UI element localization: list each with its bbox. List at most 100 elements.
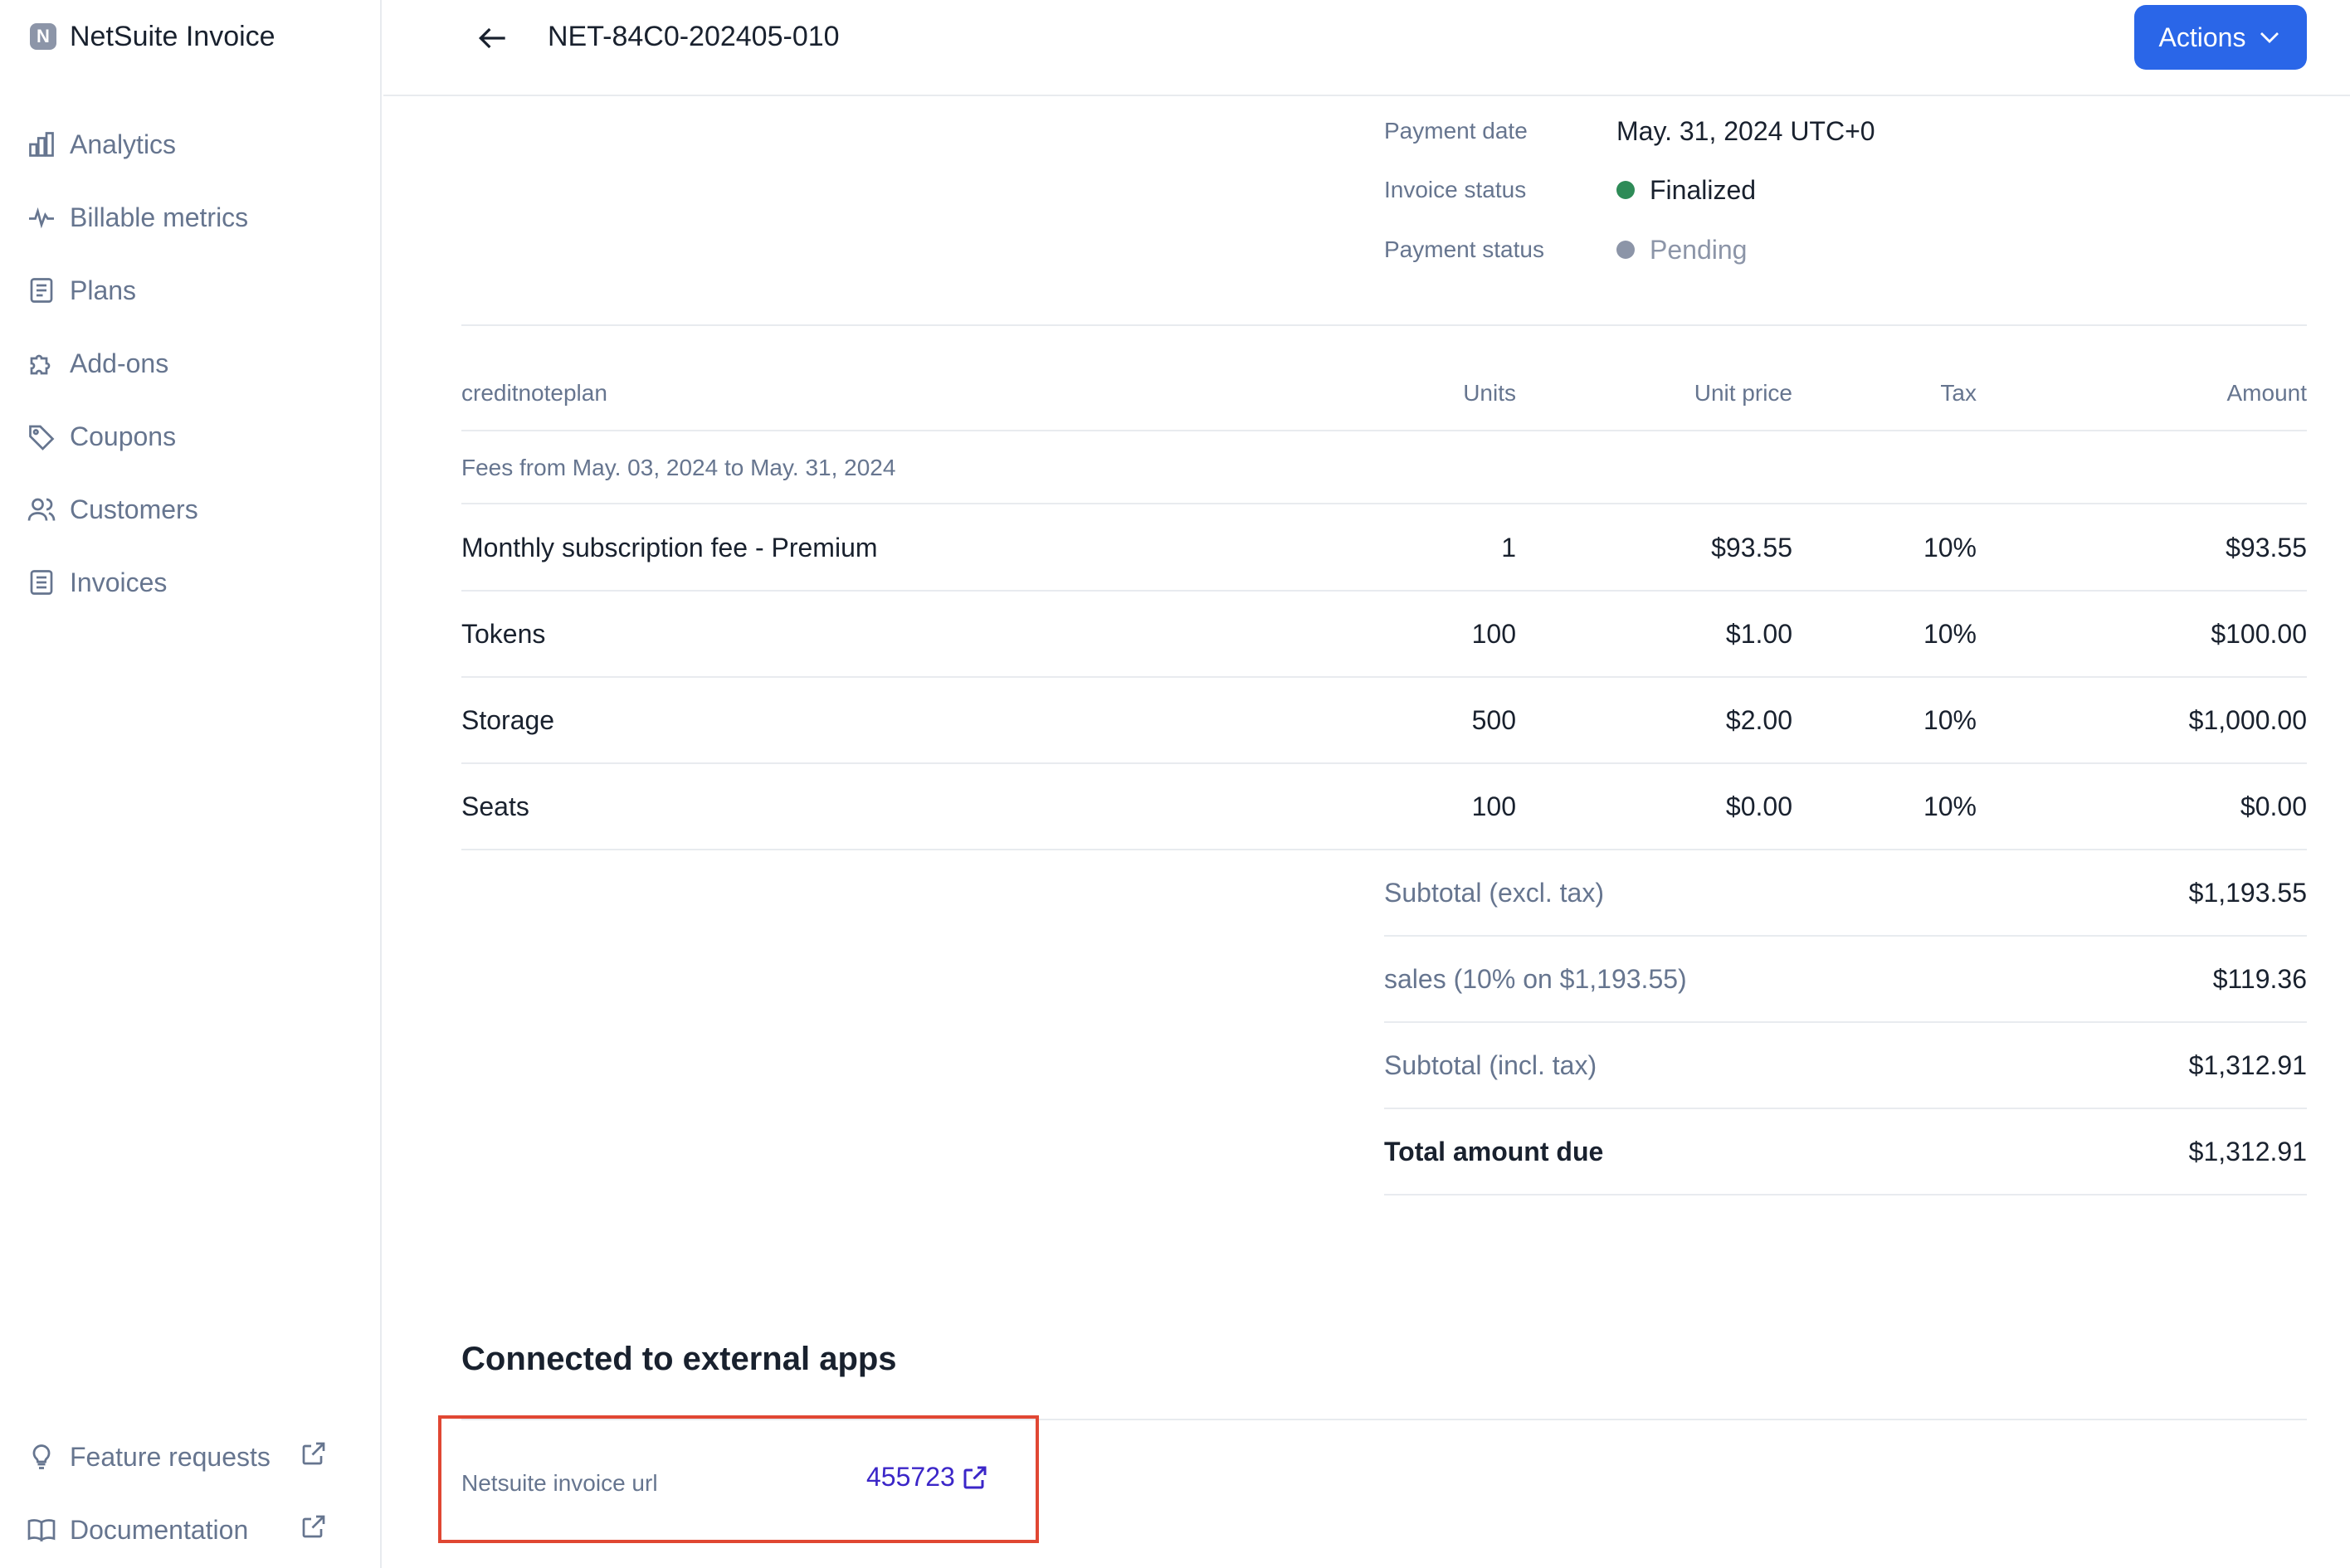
row-unit-price: $93.55 [1711, 533, 1792, 562]
sidebar-item-documentation[interactable]: Documentation [27, 1493, 342, 1566]
tag-icon [29, 425, 55, 450]
col-header-unit-price: Unit price [1694, 380, 1792, 406]
row-name: Tokens [461, 619, 546, 649]
sidebar-item-label: Billable metrics [70, 202, 249, 232]
external-link-icon [299, 1439, 342, 1475]
sidebar-item-add-ons[interactable]: Add-ons [27, 327, 248, 400]
divider [461, 430, 2307, 431]
book-icon [27, 1519, 56, 1542]
row-tax: 10% [1923, 619, 1977, 649]
main-nav: Analytics Billable metrics Plans Add-ons… [27, 108, 248, 619]
sidebar-item-billable-metrics[interactable]: Billable metrics [27, 181, 248, 254]
nav-left: Feature requests [27, 1442, 271, 1473]
status-dot-finalized [1616, 181, 1635, 199]
lightbulb-icon [32, 1444, 51, 1469]
netsuite-invoice-id: 455723 [866, 1462, 955, 1492]
subtotal-incl-value: $1,312.91 [2188, 1050, 2307, 1080]
sales-tax-value: $119.36 [2212, 964, 2307, 994]
divider [1384, 1108, 2307, 1109]
sidebar-item-invoices[interactable]: Invoices [27, 546, 248, 619]
payment-date-label: Payment date [1384, 118, 1528, 144]
row-amount: $1,000.00 [2188, 705, 2307, 735]
sidebar-item-analytics[interactable]: Analytics [27, 108, 248, 181]
invoice-status-text: Finalized [1650, 174, 1757, 205]
external-link-icon [963, 1466, 987, 1488]
divider [461, 849, 2307, 850]
invoice-status-row: Invoice status Finalized [1384, 169, 1756, 211]
row-units: 1 [1501, 533, 1516, 562]
subtotal-excl-value: $1,193.55 [2188, 878, 2307, 908]
row-name: Storage [461, 705, 555, 735]
payment-date-value: May. 31, 2024 UTC+0 [1616, 115, 1875, 146]
col-header-tax: Tax [1940, 380, 1977, 406]
fees-period: Fees from May. 03, 2024 to May. 31, 2024 [461, 455, 896, 480]
page-title: NET-84C0-202405-010 [548, 21, 840, 52]
sidebar-item-label: Documentation [70, 1514, 249, 1545]
row-amount: $0.00 [2240, 791, 2307, 821]
brand[interactable]: N NetSuite Invoice [30, 18, 275, 55]
divider [461, 590, 2307, 592]
sidebar-item-label: Feature requests [70, 1441, 271, 1472]
payment-date-row: Payment date May. 31, 2024 UTC+0 [1384, 110, 1875, 152]
netsuite-url-label: Netsuite invoice url [461, 1470, 658, 1496]
divider [461, 503, 2307, 504]
row-tax: 10% [1923, 791, 1977, 821]
payment-status-label: Payment status [1384, 236, 1544, 262]
subtotal-incl-label: Subtotal (incl. tax) [1384, 1050, 1597, 1080]
row-amount: $93.55 [2226, 533, 2307, 562]
divider [1384, 1194, 2307, 1195]
sidebar: N NetSuite Invoice Analytics Billable me… [0, 0, 382, 1568]
row-name: Monthly subscription fee - Premium [461, 533, 878, 562]
pulse-icon [29, 207, 54, 229]
clipboard-icon [30, 278, 53, 303]
sidebar-item-plans[interactable]: Plans [27, 254, 248, 327]
netsuite-invoice-link[interactable]: 455723 [866, 1462, 990, 1493]
row-amount: $100.00 [2211, 619, 2307, 649]
invoice-status-label: Invoice status [1384, 177, 1527, 202]
col-header-units: Units [1463, 380, 1516, 406]
row-tax: 10% [1923, 533, 1977, 562]
sidebar-item-label: Analytics [70, 129, 177, 159]
external-apps-title: Connected to external apps [461, 1341, 897, 1377]
users-icon [27, 498, 56, 521]
row-units: 100 [1471, 619, 1516, 649]
total-due-label: Total amount due [1384, 1137, 1604, 1166]
sales-tax-label: sales (10% on $1,193.55) [1384, 964, 1687, 994]
row-unit-price: $0.00 [1725, 791, 1792, 821]
analytics-icon [29, 132, 54, 157]
sidebar-item-coupons[interactable]: Coupons [27, 400, 248, 473]
payment-status-value: Pending [1616, 235, 1747, 265]
divider [461, 676, 2307, 678]
row-name: Seats [461, 791, 529, 821]
row-unit-price: $1.00 [1725, 619, 1792, 649]
sidebar-item-label: Coupons [70, 421, 177, 451]
sidebar-bottom-links: Feature requests Documentation [27, 1420, 342, 1566]
external-link-icon [299, 1512, 342, 1548]
brand-name: NetSuite Invoice [70, 20, 275, 52]
status-dot-pending [1616, 241, 1635, 259]
sidebar-item-label: Add-ons [70, 348, 169, 378]
sidebar-item-label: Invoices [70, 567, 168, 597]
divider [461, 762, 2307, 764]
row-units: 500 [1471, 705, 1516, 735]
row-tax: 10% [1923, 705, 1977, 735]
puzzle-icon [30, 354, 51, 375]
brand-logo: N [30, 23, 56, 50]
sidebar-item-label: Customers [70, 494, 198, 524]
subtotal-excl-label: Subtotal (excl. tax) [1384, 878, 1604, 908]
back-arrow-icon[interactable] [475, 20, 511, 56]
col-header-amount: Amount [2226, 380, 2308, 406]
col-header-plan: creditnoteplan [461, 380, 607, 406]
payment-status-text: Pending [1650, 234, 1748, 265]
page-header: NET-84C0-202405-010 Actions [383, 0, 2350, 96]
sidebar-item-customers[interactable]: Customers [27, 473, 248, 546]
actions-label: Actions [2158, 22, 2246, 52]
row-units: 100 [1471, 791, 1516, 821]
chevron-down-icon [2260, 32, 2279, 43]
document-icon [30, 570, 53, 595]
nav-left: Documentation [27, 1515, 248, 1546]
invoice-status-value: Finalized [1616, 175, 1756, 206]
divider [461, 324, 2307, 326]
actions-button[interactable]: Actions [2134, 5, 2307, 70]
sidebar-item-feature-requests[interactable]: Feature requests [27, 1420, 342, 1493]
